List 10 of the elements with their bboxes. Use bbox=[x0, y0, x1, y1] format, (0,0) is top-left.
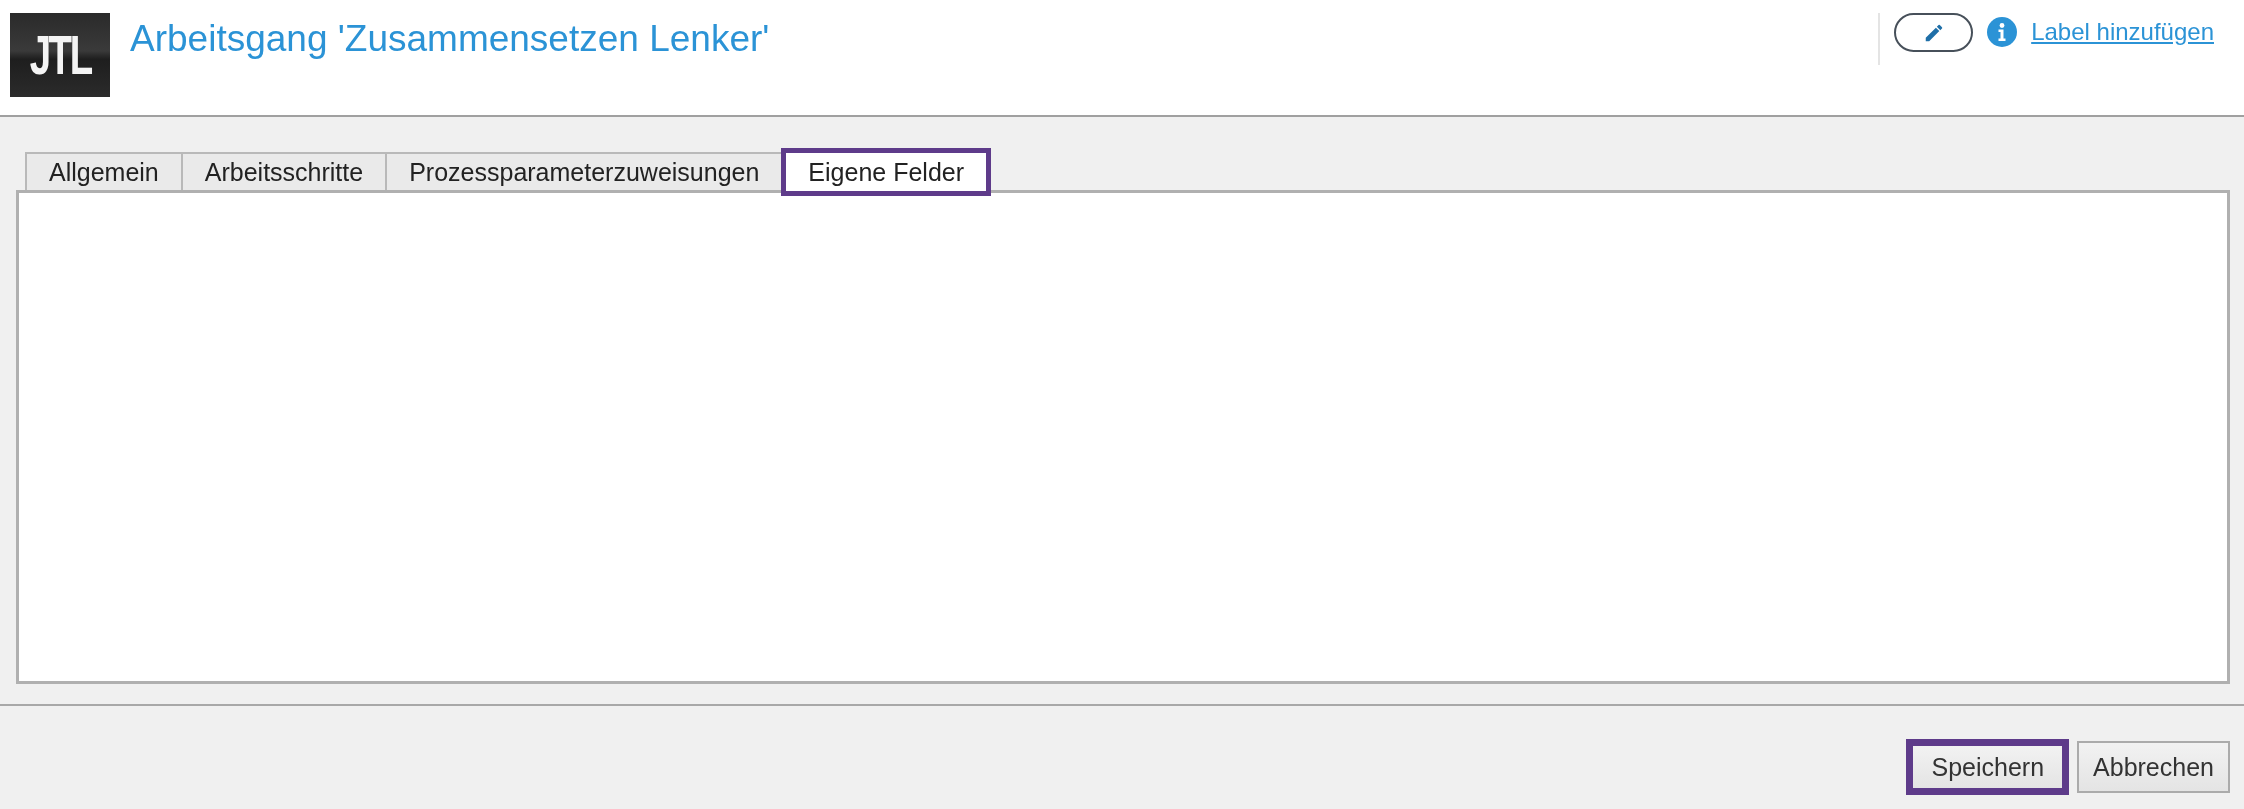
save-button[interactable]: Speichern bbox=[1906, 739, 2070, 795]
edit-button[interactable] bbox=[1894, 13, 1974, 52]
cancel-button[interactable]: Abbrechen bbox=[2077, 741, 2230, 793]
tab[interactable]: Arbeitsschritte bbox=[180, 152, 388, 190]
info-icon bbox=[1987, 17, 2018, 47]
logo: JTL bbox=[10, 13, 110, 97]
window-title: Arbeitsgang 'Zusammensetzen Lenker' bbox=[130, 18, 771, 60]
tab[interactable]: Allgemein bbox=[25, 152, 183, 190]
tab[interactable]: Prozessparameterzuweisungen bbox=[385, 152, 784, 190]
tab[interactable]: Eigene Felder bbox=[781, 148, 991, 196]
